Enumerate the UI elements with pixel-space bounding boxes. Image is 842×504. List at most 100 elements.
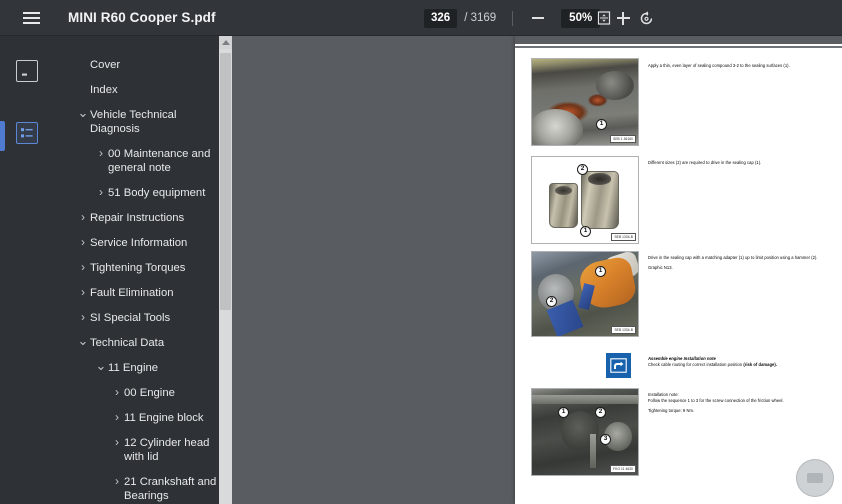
outline-item[interactable]: › Service Information <box>54 230 232 255</box>
minus-icon <box>532 17 545 19</box>
outline-item[interactable]: Cover <box>54 52 232 77</box>
note-body: Check cable routing for correct installa… <box>648 362 828 368</box>
outline-item-label: Fault Elimination <box>90 286 174 299</box>
thumbnail-glyph <box>21 73 27 76</box>
chevron-right-icon[interactable]: › <box>76 285 90 299</box>
chevron-down-icon[interactable]: ⌄ <box>76 334 90 347</box>
outline-item-label: SI Special Tools <box>90 311 171 324</box>
total-pages-label: / 3169 <box>464 12 497 24</box>
figure-callout: 1 <box>558 407 569 418</box>
outline-item[interactable]: › 00 Engine <box>54 380 232 405</box>
outline-item[interactable]: Index <box>54 77 232 102</box>
rotate-left-button[interactable] <box>634 6 658 30</box>
chevron-right-icon[interactable]: › <box>76 310 90 324</box>
chevron-right-icon[interactable]: › <box>76 210 90 224</box>
instruction-text-4: Installation note: Follow the sequence 1… <box>648 392 828 418</box>
sidebar-scrollbar[interactable] <box>219 36 232 504</box>
chevron-right-icon[interactable]: › <box>110 410 124 424</box>
hand-glyph <box>610 358 627 373</box>
outline-item[interactable]: ⌄ Technical Data <box>54 330 232 355</box>
hamburger-menu-icon[interactable] <box>14 0 48 36</box>
outline-item-label: Technical Data <box>90 336 165 349</box>
rail-button-outline[interactable] <box>0 113 54 153</box>
rotate-left-icon <box>640 10 652 24</box>
instruction-text-2: Different sizes (2) are required to driv… <box>648 160 762 165</box>
fit-page-icon <box>597 11 611 25</box>
outline-item-label: 11 Engine block <box>124 411 204 424</box>
outline-sidebar: Cover Index ⌄ Vehicle Technical Diagnosis › 0… <box>54 36 232 504</box>
outline-item[interactable]: › Fault Elimination <box>54 280 232 305</box>
installation-note-body: Follow the sequence 1 to 3 for the screw… <box>648 398 784 403</box>
outline-item[interactable]: › 21 Crankshaft and Bearings <box>54 469 232 504</box>
outline-item-label: 00 Maintenance and general note <box>108 147 211 174</box>
figure-caption: FKO 11 4630 <box>610 465 636 473</box>
scroll-widget-button[interactable] <box>796 459 834 497</box>
outline-item[interactable]: › 11 Engine block <box>54 405 232 430</box>
outline-item-label: 51 Body equipment <box>108 186 206 199</box>
up-triangle <box>221 40 230 45</box>
pointing-hand-note-icon <box>606 353 631 378</box>
note-text-group: Assemble engine Installation note Check … <box>648 356 828 368</box>
outline-item[interactable]: › SI Special Tools <box>54 305 232 330</box>
fit-page-button[interactable] <box>592 6 616 30</box>
scroll-up-arrow-icon[interactable] <box>219 36 232 49</box>
content-block-1: 1 SEB 1 36160 <box>531 58 639 146</box>
figure-callout: 3 <box>600 434 611 445</box>
outline-glyph <box>21 128 33 138</box>
figure-callout: 2 <box>595 407 606 418</box>
figure-callout: 2 <box>546 296 557 307</box>
chevron-right-icon[interactable]: › <box>110 474 124 488</box>
figure-image <box>532 59 638 145</box>
outline-item-label: 00 Engine <box>124 386 175 399</box>
current-page-input[interactable]: 326 <box>424 8 458 28</box>
chevron-down-icon[interactable]: ⌄ <box>76 106 90 119</box>
page-top-rule <box>515 46 842 48</box>
pdf-viewer-app: MINI R60 Cooper S.pdf 326 / 3169 50% Cov… <box>0 0 842 504</box>
chevron-right-icon[interactable]: › <box>94 146 108 160</box>
chevron-right-icon[interactable]: › <box>76 235 90 249</box>
figure-image <box>532 389 638 475</box>
sidebar-scrollbar-thumb[interactable] <box>220 53 231 310</box>
figure-caption: SEB 1334-B <box>611 326 636 334</box>
top-toolbar: MINI R60 Cooper S.pdf 326 / 3169 50% <box>0 0 842 36</box>
content-block-2: 2 1 SEB 1334-B <box>531 156 639 244</box>
instruction-line: Drive in the sealing cap with a matching… <box>648 255 818 260</box>
figure-adapter-sizes: 2 1 SEB 1334-B <box>531 156 639 244</box>
page-top-gap <box>515 36 842 44</box>
figure-caption: SEB 1 36160 <box>610 135 636 143</box>
outline-item[interactable]: › Tightening Torques <box>54 255 232 280</box>
crossbar-shape <box>532 395 638 405</box>
note-body-text: Check cable routing for correct installa… <box>648 362 744 367</box>
note-body-emphasis: (risk of damage). <box>743 362 777 367</box>
instruction-graphic-ref: Graphic N13. <box>648 265 673 270</box>
outline-item[interactable]: ⌄ Vehicle Technical Diagnosis <box>54 102 232 141</box>
hamburger-bar <box>22 21 40 24</box>
zoom-out-button[interactable] <box>526 6 550 30</box>
outline-item-label: 21 Crankshaft and Bearings <box>124 475 217 502</box>
outline-item[interactable]: › Repair Instructions <box>54 205 232 230</box>
outline-item[interactable]: › 12 Cylinder head with lid <box>54 430 232 469</box>
outline-item-label: Repair Instructions <box>90 211 185 224</box>
chevron-right-icon[interactable]: › <box>110 385 124 399</box>
chevron-right-icon[interactable]: › <box>110 435 124 449</box>
figure-callout: 1 <box>595 266 606 277</box>
chevron-right-icon[interactable]: › <box>94 185 108 199</box>
rod-shape <box>590 433 596 469</box>
document-viewport[interactable]: 1 SEB 1 36160 Apply a thin, even layer o… <box>232 36 842 504</box>
outline-item[interactable]: › 51 Body equipment <box>54 180 232 205</box>
outline-item-label: 12 Cylinder head with lid <box>124 436 210 463</box>
figure-caption: SEB 1334-B <box>611 233 636 241</box>
outline-item-label: Service Information <box>90 236 188 249</box>
outline-item[interactable]: ⌄ 11 Engine <box>54 355 232 380</box>
outline-item[interactable]: › 00 Maintenance and general note <box>54 141 232 180</box>
pdf-page: 1 SEB 1 36160 Apply a thin, even layer o… <box>515 36 842 504</box>
outline-item-label: Index <box>90 83 118 96</box>
figure-drive-sealing-cap: 1 2 SEB 1334-B <box>531 251 639 337</box>
thumbnail-view-icon <box>16 60 38 82</box>
chevron-right-icon[interactable]: › <box>76 260 90 274</box>
chevron-down-icon[interactable]: ⌄ <box>94 359 108 372</box>
active-indicator <box>0 121 5 151</box>
rail-button-thumbnails[interactable] <box>0 51 54 91</box>
figure-callout: 1 <box>596 119 607 130</box>
toolbar-right-group <box>592 0 842 36</box>
